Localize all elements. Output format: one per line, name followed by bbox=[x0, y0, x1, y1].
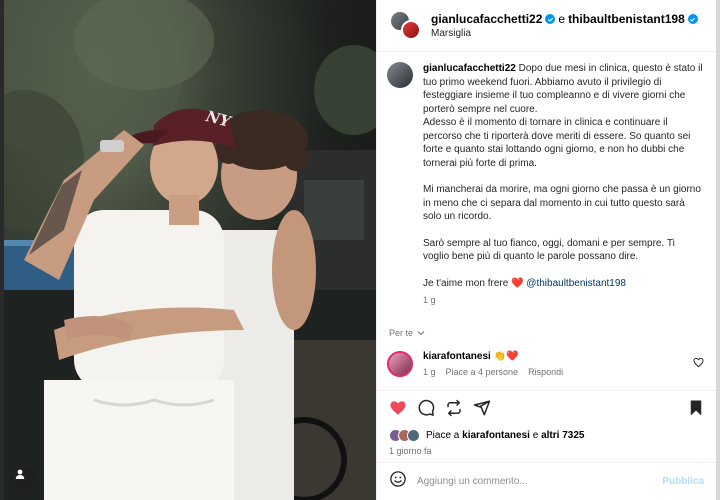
post-header: gianlucafacchetti22 e thibaultbenistant1… bbox=[377, 0, 716, 52]
avatar bbox=[407, 428, 420, 442]
post-details-panel: gianlucafacchetti22 e thibaultbenistant1… bbox=[376, 0, 716, 500]
publish-button[interactable]: Pubblica bbox=[662, 476, 704, 487]
tagged-users-button[interactable] bbox=[14, 468, 36, 490]
emoji-smile-icon bbox=[390, 471, 406, 487]
send-icon bbox=[473, 400, 491, 415]
likes-others[interactable]: altri 7325 bbox=[541, 430, 584, 441]
save-button[interactable] bbox=[688, 399, 704, 417]
verified-badge-icon bbox=[545, 14, 556, 24]
caption-text: Sarò sempre al tuo fianco, oggi, domani … bbox=[423, 237, 675, 263]
instagram-post-viewer: NY gianlucafacchetti22 e thibaultbenista… bbox=[0, 0, 720, 500]
mention-link[interactable]: @thibaultbenistant198 bbox=[526, 278, 626, 289]
backdrop-right bbox=[716, 0, 720, 500]
comment-username[interactable]: kiarafontanesi bbox=[423, 351, 491, 362]
avatar bbox=[401, 19, 421, 40]
comments-scroll-area[interactable]: gianlucafacchetti22 Dopo due mesi in cli… bbox=[377, 52, 716, 390]
like-button[interactable] bbox=[389, 399, 407, 417]
like-comment-heart-icon[interactable] bbox=[693, 357, 704, 368]
caption-text: Je t'aime mon frere bbox=[423, 277, 509, 289]
comment-likes[interactable]: Piace a 4 persone bbox=[446, 367, 519, 377]
comment-item: kiarafontanesi 👏❤️ 1 g Piace a 4 persone… bbox=[387, 350, 704, 377]
location-link[interactable]: Marsiglia bbox=[431, 28, 698, 39]
caption-text: Adesso è il momento di tornare in clinic… bbox=[423, 117, 691, 169]
photo-illustration bbox=[4, 0, 376, 500]
heart-filled-icon bbox=[390, 400, 406, 415]
post-photo[interactable]: NY bbox=[4, 0, 376, 500]
caption-time: 1 g bbox=[423, 295, 436, 305]
comment-input[interactable] bbox=[417, 476, 663, 487]
avatar[interactable] bbox=[387, 350, 413, 377]
collaborator-username[interactable]: thibaultbenistant198 bbox=[568, 12, 685, 26]
heart-emoji: ❤️ bbox=[511, 277, 524, 289]
emoji-button[interactable] bbox=[389, 470, 407, 493]
comment-text: 👏❤️ bbox=[493, 350, 519, 362]
caption-username[interactable]: gianlucafacchetti22 bbox=[423, 63, 516, 74]
comment-bubble-icon bbox=[418, 399, 435, 416]
repost-button[interactable] bbox=[445, 399, 463, 417]
caption-text: Mi mancherai da morire, ma ogni giorno c… bbox=[423, 184, 701, 222]
likes-prefix: Piace a bbox=[426, 429, 460, 441]
post-caption: gianlucafacchetti22 Dopo due mesi in cli… bbox=[387, 62, 704, 308]
bookmark-icon bbox=[690, 400, 702, 415]
repost-icon bbox=[447, 399, 461, 416]
user-icon bbox=[15, 469, 25, 479]
reply-button[interactable]: Rispondi bbox=[528, 367, 563, 377]
add-comment-bar: Pubblica bbox=[377, 462, 716, 500]
collab-avatars[interactable] bbox=[389, 9, 421, 42]
author-username[interactable]: gianlucafacchetti22 bbox=[431, 12, 542, 26]
see-translation-toggle[interactable]: Per te bbox=[389, 328, 704, 338]
see-translation-label: Per te bbox=[389, 327, 414, 338]
share-button[interactable] bbox=[473, 399, 491, 417]
chevron-down-icon bbox=[417, 330, 425, 335]
verified-badge-icon bbox=[687, 14, 698, 24]
likes-summary[interactable]: Piace a kiarafontanesi e altri 7325 bbox=[389, 426, 704, 444]
comment-button[interactable] bbox=[417, 399, 435, 417]
comment-time: 1 g bbox=[423, 366, 436, 377]
collab-joiner: e bbox=[558, 12, 566, 26]
likes-joiner: e bbox=[532, 429, 539, 441]
post-timestamp[interactable]: 1 giorno fa bbox=[389, 446, 432, 456]
post-actions-bar bbox=[377, 390, 716, 424]
likes-user[interactable]: kiarafontanesi bbox=[462, 430, 530, 441]
avatar[interactable] bbox=[387, 62, 413, 88]
